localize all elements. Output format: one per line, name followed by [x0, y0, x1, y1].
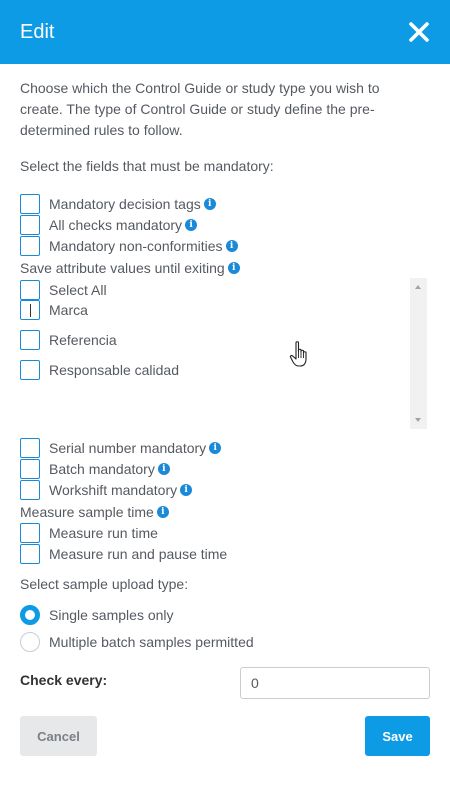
- list-item-select-all[interactable]: Select All: [20, 280, 107, 300]
- cancel-button[interactable]: Cancel: [20, 716, 97, 756]
- radio-label: Single samples only: [49, 607, 174, 623]
- option-label: All checks mandatory: [49, 217, 183, 233]
- checkbox[interactable]: [20, 438, 40, 458]
- checkbox[interactable]: [20, 280, 40, 300]
- info-icon[interactable]: i: [227, 262, 240, 274]
- mandatory-section-label: Select the fields that must be mandatory…: [20, 158, 274, 174]
- sample-upload-label: Select sample upload type:: [20, 576, 189, 592]
- info-icon[interactable]: i: [203, 198, 216, 210]
- listbox-scrollbar[interactable]: [410, 278, 427, 429]
- checkbox[interactable]: [20, 480, 40, 500]
- check-every-input[interactable]: [240, 667, 430, 699]
- list-item-label: Referencia: [49, 332, 117, 348]
- close-icon[interactable]: [406, 19, 432, 45]
- measure-sample-time-label: Measure sample time: [20, 504, 154, 520]
- info-icon[interactable]: i: [156, 506, 169, 518]
- option-mandatory-non-conformities[interactable]: Mandatory non-conformities i: [20, 236, 238, 256]
- checkbox[interactable]: [20, 300, 40, 320]
- list-item-responsable-calidad[interactable]: Responsable calidad: [20, 360, 179, 380]
- radio-button[interactable]: [20, 632, 40, 652]
- hand-pointer-icon: [289, 341, 307, 367]
- checkbox[interactable]: [20, 215, 40, 235]
- attribute-listbox[interactable]: Select All Marca Referencia Responsable …: [18, 278, 427, 429]
- option-label: Workshift mandatory: [49, 482, 178, 498]
- list-item-marca[interactable]: Marca: [20, 300, 88, 320]
- scroll-up-arrow-icon[interactable]: [415, 285, 421, 289]
- option-all-checks-mandatory[interactable]: All checks mandatory i: [20, 215, 198, 235]
- option-label: Mandatory decision tags: [49, 196, 201, 212]
- option-label: Serial number mandatory: [49, 440, 207, 456]
- option-label: Measure run time: [49, 525, 158, 541]
- intro-text: Choose which the Control Guide or study …: [20, 80, 380, 138]
- option-label: Batch mandatory: [49, 461, 155, 477]
- checkbox[interactable]: [20, 459, 40, 479]
- option-mandatory-decision-tags[interactable]: Mandatory decision tags i: [20, 194, 216, 214]
- save-attributes-label-row: Save attribute values until exiting i: [20, 259, 240, 277]
- checkbox[interactable]: [20, 194, 40, 214]
- checkbox[interactable]: [20, 544, 40, 564]
- measure-sample-time-label-row: Measure sample time i: [20, 503, 169, 521]
- info-icon[interactable]: i: [157, 463, 170, 475]
- checkbox[interactable]: [20, 330, 40, 350]
- option-label: Measure run and pause time: [49, 546, 228, 562]
- save-button[interactable]: Save: [365, 716, 430, 756]
- info-icon[interactable]: i: [225, 240, 238, 252]
- radio-button-selected[interactable]: [20, 605, 40, 625]
- text-cursor: [30, 304, 31, 317]
- radio-label: Multiple batch samples permitted: [49, 634, 254, 650]
- dialog-title: Edit: [20, 21, 55, 43]
- checkbox[interactable]: [20, 523, 40, 543]
- option-batch-mandatory[interactable]: Batch mandatory i: [20, 459, 170, 479]
- radio-single-samples-only[interactable]: Single samples only: [20, 605, 174, 625]
- option-measure-run-and-pause-time[interactable]: Measure run and pause time: [20, 544, 227, 564]
- option-measure-run-time[interactable]: Measure run time: [20, 523, 158, 543]
- option-workshift-mandatory[interactable]: Workshift mandatory i: [20, 480, 193, 500]
- scroll-down-arrow-icon[interactable]: [415, 418, 421, 422]
- info-icon[interactable]: i: [180, 484, 193, 496]
- list-item-label: Select All: [49, 282, 107, 298]
- list-item-label: Marca: [49, 302, 88, 318]
- list-item-referencia[interactable]: Referencia: [20, 330, 117, 350]
- option-serial-number-mandatory[interactable]: Serial number mandatory i: [20, 438, 222, 458]
- radio-multiple-batch-samples[interactable]: Multiple batch samples permitted: [20, 632, 254, 652]
- info-icon[interactable]: i: [185, 219, 198, 231]
- save-attributes-label: Save attribute values until exiting: [20, 260, 225, 276]
- list-item-label: Responsable calidad: [49, 362, 179, 378]
- dialog-header: Edit: [0, 0, 450, 64]
- checkbox[interactable]: [20, 236, 40, 256]
- check-every-label: Check every:: [20, 672, 108, 688]
- info-icon[interactable]: i: [209, 442, 222, 454]
- option-label: Mandatory non-conformities: [49, 238, 223, 254]
- checkbox[interactable]: [20, 360, 40, 380]
